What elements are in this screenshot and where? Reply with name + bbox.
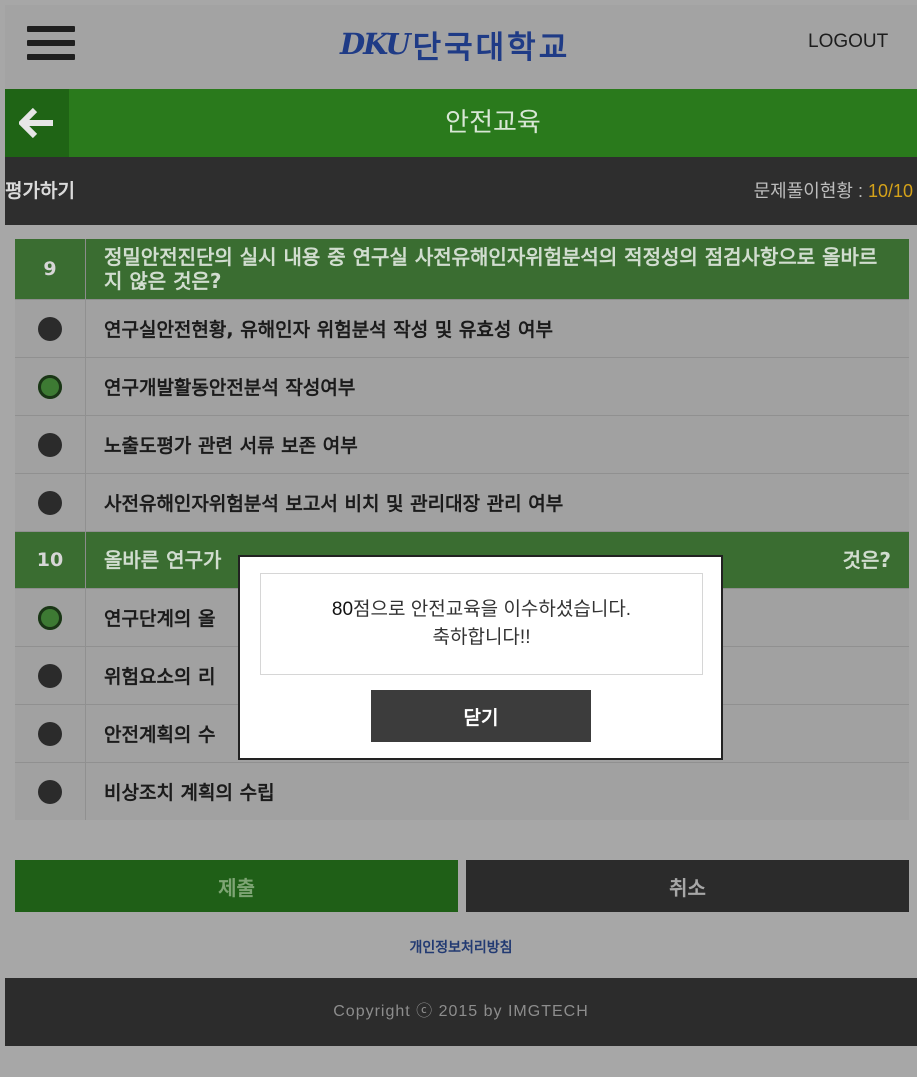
radio-icon[interactable]: [38, 721, 62, 746]
option-text: 비상조치 계획의 수립: [104, 782, 275, 804]
radio-icon[interactable]: [38, 779, 62, 804]
question-text: 정밀안전진단의 실시 내용 중 연구실 사전유해인자위험분석의 적정성의 점검사…: [104, 245, 878, 293]
page-title: 안전교육: [445, 108, 541, 138]
option-text: 사전유해인자위험분석 보고서 비치 및 관리대장 관리 여부: [104, 493, 564, 515]
question-number: 9: [15, 239, 86, 299]
dialog-message-line2: 축하합니다!!: [432, 627, 531, 648]
submit-button[interactable]: 제출: [15, 860, 458, 912]
logo-name: 단국대학교: [412, 29, 571, 66]
question-number: 10: [15, 532, 86, 588]
question-text-start: 올바른 연구가: [104, 548, 222, 572]
option-text: 연구실안전현황, 유해인자 위험분석 작성 및 유효성 여부: [104, 319, 553, 341]
menu-hamburger-icon[interactable]: [27, 26, 75, 60]
cancel-button[interactable]: 취소: [466, 860, 909, 912]
section-label: 평가하기: [5, 180, 75, 202]
option-text: 안전계획의 수: [104, 724, 216, 746]
score-value: 80: [331, 599, 354, 620]
result-dialog: 80점으로 안전교육을 이수하셨습니다. 축하합니다!! 닫기: [238, 555, 723, 760]
option-text: 위험요소의 리: [104, 666, 216, 688]
dialog-message: 80점으로 안전교육을 이수하셨습니다. 축하합니다!!: [260, 573, 703, 675]
progress-value: 10/10: [867, 181, 913, 201]
question-text-end: 것은?: [842, 548, 891, 572]
progress-label: 문제풀이현황 :: [753, 181, 868, 201]
question-row: 9 정밀안전진단의 실시 내용 중 연구실 사전유해인자위험분석의 적정성의 점…: [15, 239, 909, 300]
dialog-message-text: 점으로 안전교육을 이수하셨습니다.: [353, 599, 632, 620]
option-row[interactable]: 노출도평가 관련 서류 보존 여부: [15, 416, 909, 474]
option-row[interactable]: 비상조치 계획의 수립: [15, 763, 909, 820]
copyright-text: Copyright ⓒ 2015 by IMGTECH: [333, 1003, 589, 1020]
option-text: 연구단계의 올: [104, 608, 216, 630]
progress-status: 문제풀이현황 : 10/10: [754, 157, 913, 225]
logout-link[interactable]: LOGOUT: [808, 31, 888, 53]
option-row[interactable]: 연구개발활동안전분석 작성여부: [15, 358, 909, 416]
privacy-policy-link[interactable]: 개인정보처리방침: [5, 928, 917, 968]
dialog-message-line1: 80점으로 안전교육을 이수하셨습니다.: [332, 596, 631, 624]
option-text: 노출도평가 관련 서류 보존 여부: [104, 435, 358, 457]
back-arrow-icon[interactable]: [5, 89, 69, 157]
radio-icon[interactable]: [38, 432, 62, 457]
option-row[interactable]: 사전유해인자위험분석 보고서 비치 및 관리대장 관리 여부: [15, 474, 909, 532]
radio-icon[interactable]: [38, 316, 62, 341]
radio-icon[interactable]: [38, 663, 62, 688]
university-logo[interactable]: DKU 단국대학교: [340, 24, 571, 66]
logo-mark: DKU: [340, 27, 411, 61]
option-text: 연구개발활동안전분석 작성여부: [104, 377, 356, 399]
close-button[interactable]: 닫기: [371, 690, 591, 742]
radio-selected-icon[interactable]: [38, 605, 62, 630]
radio-icon[interactable]: [38, 490, 62, 515]
option-row[interactable]: 연구실안전현황, 유해인자 위험분석 작성 및 유효성 여부: [15, 300, 909, 358]
radio-selected-icon[interactable]: [38, 374, 62, 399]
